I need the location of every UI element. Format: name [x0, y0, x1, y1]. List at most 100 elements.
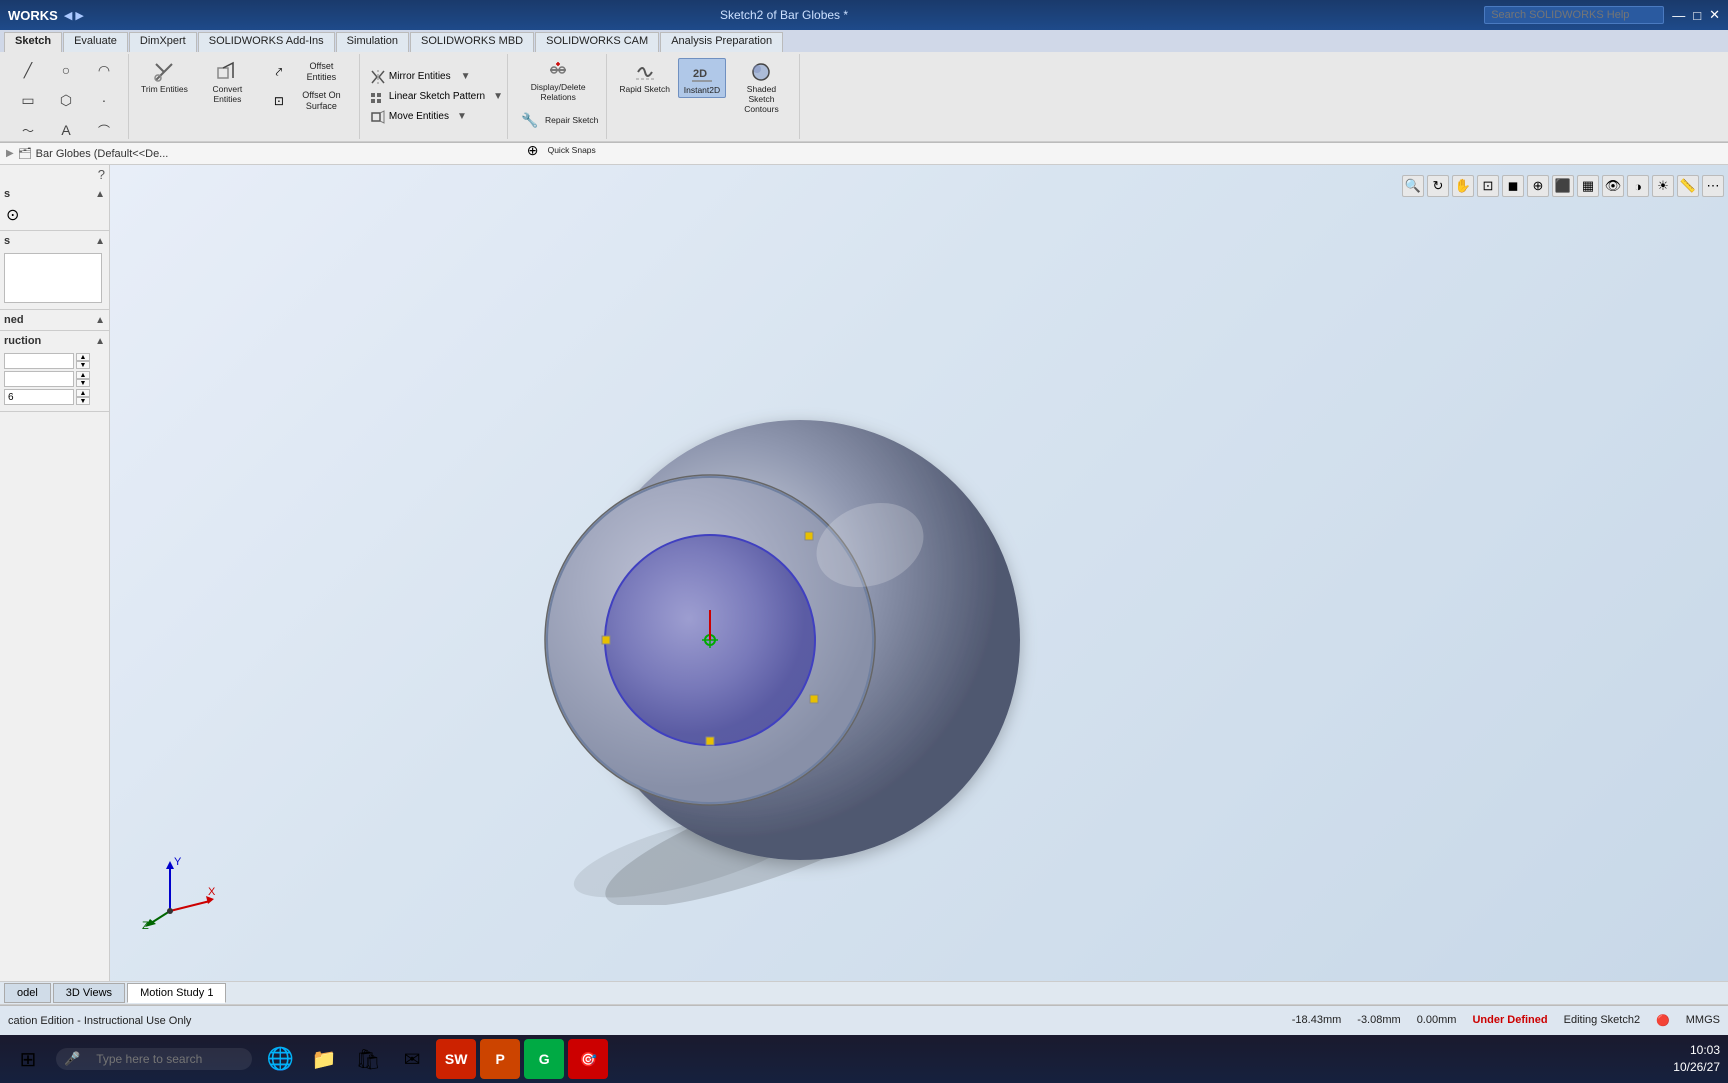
taskbar-app-red-btn[interactable]: 🎯 — [568, 1039, 608, 1079]
repair-icon: 🔧 — [518, 108, 542, 132]
display-delete-relations-btn[interactable]: Display/Delete Relations — [514, 56, 602, 104]
status-bar: cation Edition - Instructional Use Only … — [0, 1005, 1728, 1035]
view-cube-icon[interactable]: ⬛ — [1552, 175, 1574, 197]
section-view-icon[interactable]: ▦ — [1577, 175, 1599, 197]
tab-dimxpert[interactable]: DimXpert — [129, 32, 197, 52]
tab-model[interactable]: odel — [4, 983, 51, 1003]
pan-icon[interactable]: ✋ — [1452, 175, 1474, 197]
taskbar-explorer-btn[interactable]: 📁 — [304, 1039, 344, 1079]
collapse-construction-icon[interactable]: ▲ — [95, 336, 105, 347]
mirror-entities-btn[interactable]: Mirror Entities — [366, 68, 455, 86]
ribbon: Sketch Evaluate DimXpert SOLIDWORKS Add-… — [0, 30, 1728, 143]
panel-section-ned-header[interactable]: ned ▲ — [4, 312, 105, 328]
minimize-btn[interactable]: — — [1672, 8, 1685, 23]
spin-down-2[interactable]: ▼ — [76, 379, 90, 387]
fillet-tool-btn[interactable]: ⌒ — [86, 116, 122, 144]
point-tool-btn[interactable]: · — [86, 86, 122, 114]
selection-filter-icon[interactable]: ⊡ — [1477, 175, 1499, 197]
hide-show-icon[interactable]: 👁 — [1602, 175, 1624, 197]
convert-entities-label: Convert Entities — [200, 84, 255, 104]
measure-icon[interactable]: 📏 — [1677, 175, 1699, 197]
panel-help-icon[interactable]: ? — [98, 167, 105, 182]
collapse-ned-icon[interactable]: ▲ — [95, 315, 105, 326]
panel-section-construction-header[interactable]: ruction ▲ — [4, 333, 105, 349]
offset-surface-btn[interactable]: ⊡ Offset On Surface — [263, 87, 353, 115]
spin-down-3[interactable]: ▼ — [76, 397, 90, 405]
taskbar-store-btn[interactable]: 🛍 — [348, 1039, 388, 1079]
spline-tool-btn[interactable]: 〜 — [10, 116, 46, 144]
editing-status: Editing Sketch2 — [1564, 1014, 1640, 1027]
maximize-btn[interactable]: □ — [1693, 8, 1701, 23]
collapse-1-icon[interactable]: ▲ — [95, 189, 105, 200]
param-input-1[interactable] — [4, 353, 74, 369]
tab-evaluate[interactable]: Evaluate — [63, 32, 128, 52]
spin-up-1[interactable]: ▲ — [76, 353, 90, 361]
taskbar-solidworks-btn[interactable]: SW — [436, 1039, 476, 1079]
more-icon[interactable]: ⋯ — [1702, 175, 1724, 197]
appearance-icon[interactable]: ◑ — [1627, 175, 1649, 197]
tab-3d-views[interactable]: 3D Views — [53, 983, 125, 1003]
offset-entities-label: Offset Entities — [294, 61, 349, 83]
collapse-2-icon[interactable]: ▲ — [95, 236, 105, 247]
offset-surface-label: Offset On Surface — [294, 90, 349, 112]
taskbar-ie-btn[interactable]: 🌐 — [260, 1039, 300, 1079]
rect-tool-btn[interactable]: ▭ — [10, 86, 46, 114]
nav-arrows[interactable]: ◀ ▶ — [64, 9, 84, 22]
spin-up-2[interactable]: ▲ — [76, 371, 90, 379]
taskbar-mail-btn[interactable]: ✉ — [392, 1039, 432, 1079]
tab-solidworks-addins[interactable]: SOLIDWORKS Add-Ins — [198, 32, 335, 52]
linear-pattern-icon — [370, 89, 386, 105]
view-orientation-icon[interactable]: ⊕ — [1527, 175, 1549, 197]
help-search-input[interactable] — [1484, 6, 1664, 24]
tab-solidworks-cam[interactable]: SOLIDWORKS CAM — [535, 32, 659, 52]
taskbar-search-container[interactable]: 🎤 — [56, 1048, 252, 1070]
panel-section-1-header[interactable]: s ▲ — [4, 186, 105, 202]
polygon-tool-btn[interactable]: ⬡ — [48, 86, 84, 114]
coord-y: -3.08mm — [1357, 1014, 1400, 1027]
offset-entities-btn[interactable]: ⤤ Offset Entities — [263, 58, 353, 86]
tab-simulation[interactable]: Simulation — [336, 32, 409, 52]
tab-motion-study-1[interactable]: Motion Study 1 — [127, 983, 226, 1003]
fillet-icon: ⌒ — [92, 118, 116, 142]
linear-sketch-pattern-btn[interactable]: Linear Sketch Pattern — [366, 88, 489, 106]
move-dropdown[interactable]: ▼ — [457, 111, 467, 122]
windows-start-btn[interactable]: ⊞ — [8, 1039, 48, 1079]
mirror-dropdown[interactable]: ▼ — [461, 71, 471, 82]
instant2d-btn[interactable]: 2D Instant2D — [678, 58, 726, 98]
circle-tool-btn[interactable]: ○ — [48, 56, 84, 84]
rotate-icon[interactable]: ↻ — [1427, 175, 1449, 197]
close-btn[interactable]: ✕ — [1709, 7, 1720, 23]
tab-sketch[interactable]: Sketch — [4, 32, 62, 52]
arc-tool-btn[interactable]: ◠ — [86, 56, 122, 84]
shaded-sketch-contours-btn[interactable]: Shaded Sketch Contours — [730, 58, 793, 117]
move-entities-btn[interactable]: Move Entities — [366, 108, 453, 126]
rapid-sketch-btn[interactable]: Rapid Sketch — [615, 58, 674, 96]
display-mode-icon[interactable]: ◼ — [1502, 175, 1524, 197]
spin-up-3[interactable]: ▲ — [76, 389, 90, 397]
rebuild-icon: 🔴 — [1656, 1014, 1670, 1027]
param-input-2[interactable] — [4, 371, 74, 387]
taskbar-app-g-btn[interactable]: G — [524, 1039, 564, 1079]
scene-icon[interactable]: ☀ — [1652, 175, 1674, 197]
spin-down-1[interactable]: ▼ — [76, 361, 90, 369]
param-input-3[interactable] — [4, 389, 74, 405]
titlebar-left: WORKS ◀ ▶ — [8, 8, 84, 23]
linear-pattern-dropdown[interactable]: ▼ — [493, 91, 503, 102]
tab-analysis-preparation[interactable]: Analysis Preparation — [660, 32, 783, 52]
taskbar-search-input[interactable] — [84, 1048, 244, 1070]
text-tool-btn[interactable]: A — [48, 116, 84, 144]
quick-snaps-btn[interactable]: ⊕ Quick Snaps — [514, 136, 602, 164]
svg-text:Z: Z — [142, 920, 149, 931]
zoom-icon[interactable]: 🔍 — [1402, 175, 1424, 197]
rapid-sketch-label: Rapid Sketch — [619, 84, 670, 94]
line-tool-btn[interactable]: ╱ — [10, 56, 46, 84]
panel-section-2-header[interactable]: s ▲ — [4, 233, 105, 249]
nav-icon2: 🗂 — [18, 147, 32, 160]
taskbar-powerpoint-btn[interactable]: P — [480, 1039, 520, 1079]
trim-entities-btn[interactable]: Trim Entities — [137, 58, 192, 96]
tab-solidworks-mbd[interactable]: SOLIDWORKS MBD — [410, 32, 534, 52]
convert-entities-btn[interactable]: Convert Entities — [196, 58, 259, 106]
repair-sketch-btn[interactable]: 🔧 Repair Sketch — [514, 106, 602, 134]
panel-section-2-content — [4, 249, 105, 307]
3d-viewport[interactable]: 🔍 ↻ ✋ ⊡ ◼ ⊕ ⬛ ▦ 👁 ◑ ☀ 📏 ⋯ — [110, 165, 1728, 981]
